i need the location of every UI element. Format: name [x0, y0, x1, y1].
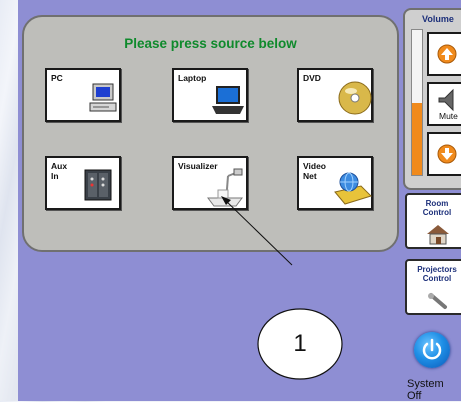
volume-up-button[interactable] — [427, 32, 461, 76]
mute-button[interactable]: Mute — [427, 82, 461, 126]
room-control-button[interactable]: Room Control — [405, 193, 461, 249]
document-camera-icon — [207, 168, 243, 207]
wrench-icon — [428, 293, 447, 309]
house-icon — [427, 225, 449, 245]
panel-title: Please press source below — [124, 36, 297, 51]
laptop-icon — [212, 86, 244, 114]
aux-input-icon — [84, 169, 112, 201]
room-control-label: Room Control — [422, 199, 452, 217]
visualizer-source-button[interactable]: Visualizer — [172, 156, 248, 210]
arrow-down-icon — [437, 144, 457, 164]
dvd-icon — [338, 81, 372, 115]
volume-level-fill — [412, 102, 422, 175]
aux-in-source-button[interactable]: Aux In — [45, 156, 121, 210]
system-off-button[interactable] — [414, 332, 450, 368]
volume-meter — [411, 29, 423, 176]
video-net-source-button[interactable]: Video Net — [297, 156, 373, 210]
volume-title: Volume — [422, 14, 454, 24]
mute-label: Mute — [439, 111, 458, 121]
laptop-source-button[interactable]: Laptop — [172, 68, 248, 122]
system-off-label: System Off — [407, 378, 444, 402]
source-label: Laptop — [178, 73, 207, 83]
power-icon — [422, 338, 442, 360]
computer-icon — [89, 83, 117, 112]
projectors-control-button[interactable]: Projectors Control — [405, 259, 461, 315]
video-network-icon — [334, 172, 372, 205]
arrow-up-icon — [437, 44, 457, 64]
source-selection-panel: Please press source below PC Laptop DVD … — [22, 15, 399, 252]
pc-source-button[interactable]: PC — [45, 68, 121, 122]
projectors-control-label: Projectors Control — [417, 265, 457, 283]
volume-down-button[interactable] — [427, 132, 461, 176]
dvd-source-button[interactable]: DVD — [297, 68, 373, 122]
